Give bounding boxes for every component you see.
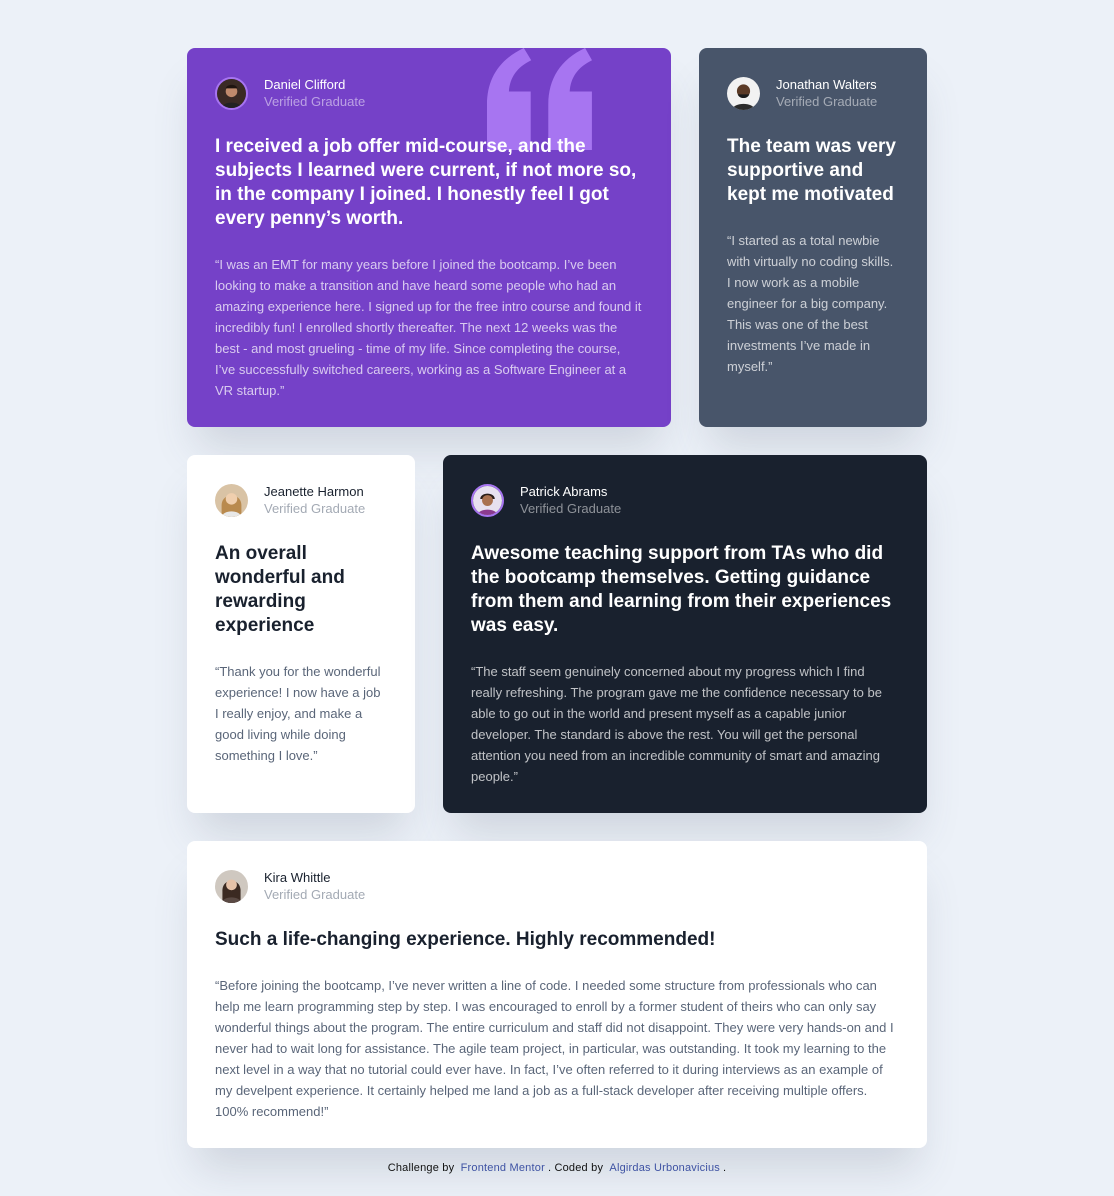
- testimonial-headline: An overall wonderful and rewarding exper…: [215, 543, 345, 636]
- person-role: Verified Graduate: [520, 501, 622, 516]
- person-role: Verified Graduate: [264, 94, 366, 109]
- testimonial-headline: The team was very supportive and kept me…: [727, 136, 896, 205]
- testimonial-headline: I received a job offer mid-course, and t…: [215, 136, 637, 229]
- testimonial-quote: “Before joining the bootcamp, I’ve never…: [215, 978, 894, 1119]
- testimonial-card-daniel: Daniel Clifford Verified Graduate I rece…: [187, 48, 671, 427]
- testimonial-quote: “Thank you for the wonderful experience!…: [215, 664, 381, 763]
- person-kira: Kira Whittle Verified Graduate: [215, 869, 899, 903]
- testimonial-quote: “The staff seem genuinely concerned abou…: [471, 664, 882, 784]
- person-jonathan: Jonathan Walters Verified Graduate: [727, 76, 899, 110]
- testimonial-card-jeanette: Jeanette Harmon Verified Graduate An ove…: [187, 455, 415, 813]
- avatar-patrick-icon: [471, 483, 504, 517]
- avatar-jeanette-icon: [215, 483, 248, 517]
- person-name: Jonathan Walters: [776, 77, 877, 92]
- testimonial-quote: “I started as a total newbie with virtua…: [727, 233, 894, 374]
- testimonial-card-kira: Kira Whittle Verified Graduate Such a li…: [187, 841, 927, 1148]
- avatar-kira-icon: [215, 869, 248, 903]
- testimonial-card-patrick: Patrick Abrams Verified Graduate Awesome…: [443, 455, 927, 813]
- person-name: Jeanette Harmon: [264, 484, 364, 499]
- person-role: Verified Graduate: [776, 94, 878, 109]
- testimonial-quote: “I was an EMT for many years before I jo…: [215, 257, 642, 398]
- person-name: Patrick Abrams: [520, 484, 608, 499]
- person-role: Verified Graduate: [264, 501, 366, 516]
- person-role: Verified Graduate: [264, 887, 366, 902]
- person-name: Kira Whittle: [264, 870, 331, 885]
- footer-middle: . Coded by: [547, 1162, 604, 1174]
- author-link[interactable]: Algirdas Urbonavicius: [609, 1162, 720, 1174]
- frontend-mentor-link[interactable]: Frontend Mentor: [461, 1162, 545, 1174]
- testimonials-grid: Daniel Clifford Verified Graduate I rece…: [187, 48, 927, 1148]
- footer-suffix: .: [723, 1162, 727, 1174]
- attribution-footer: Challenge by Frontend Mentor. Coded by A…: [0, 1162, 1114, 1174]
- person-name: Daniel Clifford: [264, 77, 346, 92]
- testimonial-headline: Such a life-changing experience. Highly …: [215, 929, 716, 950]
- testimonial-card-jonathan: Jonathan Walters Verified Graduate The t…: [699, 48, 927, 427]
- person-daniel: Daniel Clifford Verified Graduate: [215, 76, 643, 110]
- person-patrick: Patrick Abrams Verified Graduate: [471, 483, 899, 517]
- testimonial-headline: Awesome teaching support from TAs who di…: [471, 543, 892, 636]
- avatar-daniel-icon: [215, 76, 248, 110]
- footer-prefix: Challenge by: [387, 1162, 455, 1174]
- avatar-jonathan-icon: [727, 76, 760, 110]
- person-jeanette: Jeanette Harmon Verified Graduate: [215, 483, 387, 517]
